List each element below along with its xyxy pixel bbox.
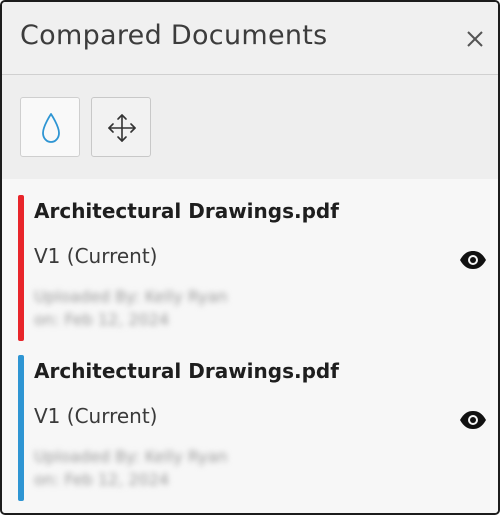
toolbar xyxy=(2,75,498,179)
document-version: V1 (Current) xyxy=(34,244,158,268)
color-overlay-button[interactable] xyxy=(20,97,80,157)
document-name: Architectural Drawings.pdf xyxy=(34,359,339,383)
uploaded-by: Uploaded By: Kelly Ryan xyxy=(34,447,228,466)
uploaded-on: on: Feb 12, 2024 xyxy=(34,310,170,329)
panel-header: Compared Documents xyxy=(2,2,498,75)
document-color-bar xyxy=(18,195,24,341)
document-color-bar xyxy=(18,355,24,501)
document-version: V1 (Current) xyxy=(34,404,158,428)
close-icon[interactable] xyxy=(460,24,490,54)
eye-icon[interactable] xyxy=(458,249,488,271)
uploaded-by: Uploaded By: Kelly Ryan xyxy=(34,287,228,306)
document-list: Architectural Drawings.pdf V1 (Current) … xyxy=(2,179,498,513)
move-icon xyxy=(108,114,136,142)
move-align-button[interactable] xyxy=(91,97,151,157)
uploaded-on: on: Feb 12, 2024 xyxy=(34,470,170,489)
document-item[interactable]: Architectural Drawings.pdf V1 (Current) … xyxy=(2,339,498,501)
document-name: Architectural Drawings.pdf xyxy=(34,199,339,223)
droplet-icon xyxy=(42,113,60,143)
panel-title: Compared Documents xyxy=(20,20,328,51)
compared-documents-panel: Compared Documents Architectural Drawing… xyxy=(0,0,500,515)
eye-icon[interactable] xyxy=(458,409,488,431)
document-item[interactable]: Architectural Drawings.pdf V1 (Current) … xyxy=(2,179,498,341)
